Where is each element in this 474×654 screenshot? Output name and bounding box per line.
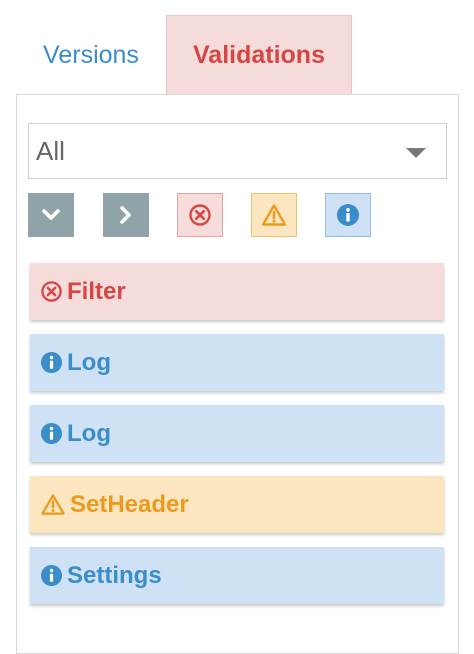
warning-triangle-icon (261, 204, 287, 226)
tab-bar: Versions Validations (16, 15, 352, 95)
error-circle-icon (189, 204, 211, 226)
tab-versions[interactable]: Versions (16, 15, 166, 95)
expand-all-button[interactable] (28, 193, 74, 237)
dropdown-caret-icon (406, 148, 426, 158)
tab-validations[interactable]: Validations (166, 15, 352, 95)
chevron-down-icon (42, 209, 60, 220)
validation-item-label: Settings (67, 561, 162, 589)
tab-versions-label: Versions (43, 40, 139, 69)
tab-validations-label: Validations (193, 41, 325, 69)
info-circle-icon (40, 351, 63, 374)
info-filter-button[interactable] (325, 193, 371, 237)
warning-triangle-icon (41, 494, 65, 515)
validation-item-label: Filter (67, 277, 126, 305)
collapse-all-button[interactable] (103, 193, 149, 237)
validation-item-filter[interactable]: Filter (30, 263, 444, 320)
validations-panel: All Filter Log Log SetHeader Settings (16, 94, 459, 654)
error-filter-button[interactable] (177, 193, 223, 237)
validation-item-label: SetHeader (70, 490, 189, 518)
validation-item-settings[interactable]: Settings (30, 547, 444, 604)
warning-filter-button[interactable] (251, 193, 297, 237)
info-circle-icon (337, 204, 359, 226)
info-circle-icon (40, 564, 63, 587)
validation-item-log[interactable]: Log (30, 334, 444, 391)
validation-item-label: Log (67, 419, 111, 447)
chevron-right-icon (120, 206, 131, 224)
validation-item-log[interactable]: Log (30, 405, 444, 462)
info-circle-icon (40, 422, 63, 445)
validation-item-label: Log (67, 348, 111, 376)
error-circle-icon (41, 281, 62, 302)
level-filter-value: All (36, 135, 65, 166)
level-filter-select[interactable]: All (28, 123, 447, 179)
validation-item-setheader[interactable]: SetHeader (30, 476, 444, 533)
